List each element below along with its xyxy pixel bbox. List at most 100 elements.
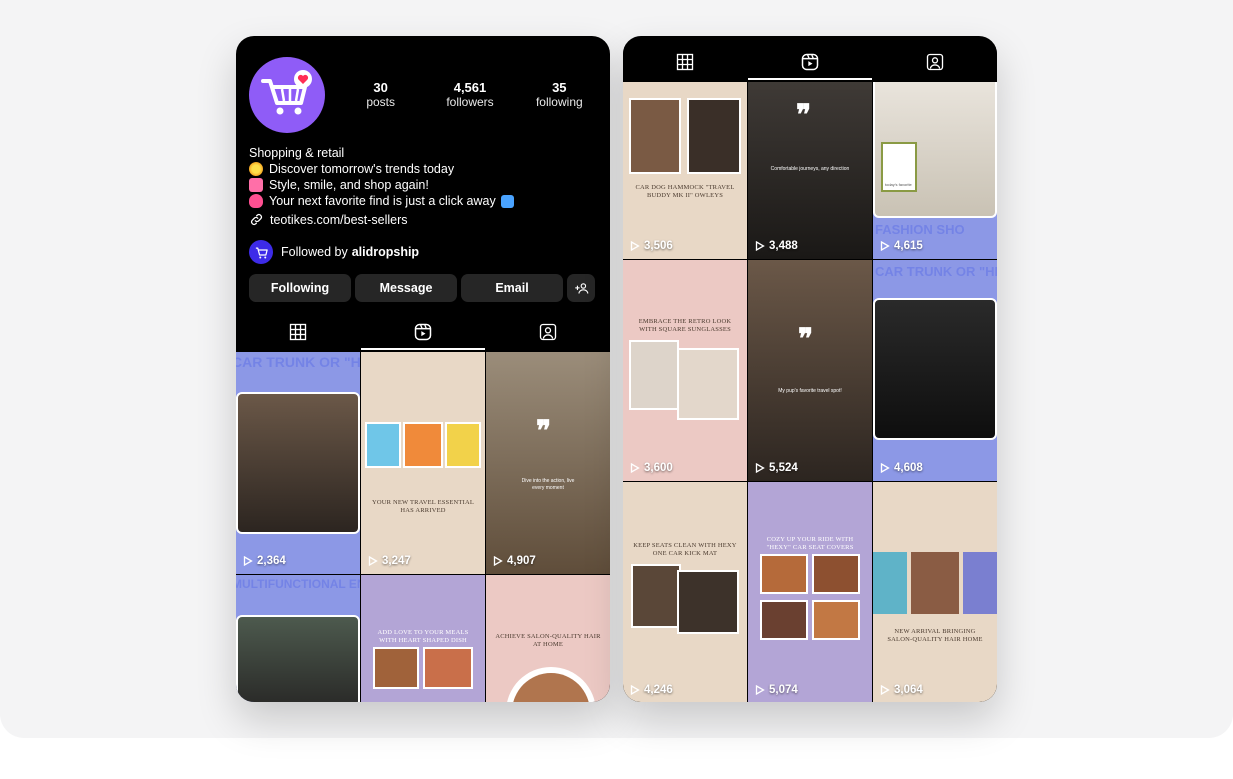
followers-label: followers <box>446 95 494 109</box>
reel-thumbnail[interactable]: ADD LOVE TO YOUR MEALS WITH HEART SHAPED… <box>361 575 485 702</box>
reel-views-count: 5,074 <box>769 684 798 696</box>
reel-caption: COZY UP YOUR RIDE WITH "HEXY" CAR SEAT C… <box>766 536 854 551</box>
email-button[interactable]: Email <box>461 274 563 302</box>
profile-avatar[interactable] <box>249 57 325 133</box>
profile-link[interactable]: teotikes.com/best-sellers <box>249 212 408 227</box>
play-icon <box>880 463 890 473</box>
profile-screen: 30 posts 4,561 followers 35 following Sh… <box>236 36 610 702</box>
reel-thumbnail[interactable]: COZY UP YOUR RIDE WITH "HEXY" CAR SEAT C… <box>748 482 872 702</box>
tab-tagged[interactable] <box>872 44 997 80</box>
link-icon <box>251 214 262 225</box>
page-backdrop <box>0 0 1233 738</box>
reel-photo <box>873 552 907 614</box>
reel-views-count: 5,524 <box>769 462 798 474</box>
reel-thumbnail[interactable]: ❞ Dive into the action, live every momen… <box>486 352 610 574</box>
add-user-icon <box>574 282 588 294</box>
message-button[interactable]: Message <box>355 274 457 302</box>
reel-views-count: 3,506 <box>644 240 673 252</box>
shopping-cart-heart-icon <box>261 70 312 115</box>
followed-by[interactable]: Followed by alidropship <box>249 240 419 264</box>
tab-reels[interactable] <box>360 314 486 350</box>
reel-thumbnail[interactable]: CAR TRUNK OR "HIGHWAY" BY 4,608 <box>873 260 997 481</box>
bio-line-1-text: Discover tomorrow's trends today <box>269 162 455 176</box>
reel-views: 4,615 <box>880 240 923 252</box>
profile-tabs <box>623 44 997 80</box>
arrow-emoji-icon <box>500 194 514 208</box>
play-icon <box>880 685 890 695</box>
bio-line-2-text: Style, smile, and shop again! <box>269 178 429 192</box>
reel-photo <box>512 673 590 702</box>
reels-grid: CAR TRUNK OR "HEXY" BY 2,364 YOUR NEW TR… <box>236 352 610 702</box>
reel-banner: FASHION SHO <box>875 222 965 237</box>
reel-thumbnail[interactable]: MULTIFUNCTIONAL ENAMEL MICRO PI <box>236 575 360 702</box>
reel-photo <box>365 422 401 468</box>
reel-views: 3,064 <box>880 684 923 696</box>
reel-overlay-text: Dive into the action, live every moment <box>521 478 575 491</box>
tab-posts[interactable] <box>623 44 748 80</box>
play-icon <box>630 241 640 251</box>
reel-caption: NEW ARRIVAL BRINGING SALON-QUALITY HAIR … <box>887 628 983 643</box>
reel-thumbnail[interactable]: CAR TRUNK OR "HEXY" BY 2,364 <box>236 352 360 574</box>
reel-views: 3,247 <box>368 555 411 567</box>
reel-views-count: 3,600 <box>644 462 673 474</box>
reel-caption: CAR DOG HAMMOCK "TRAVEL BUDDY MK II" OWL… <box>635 184 735 199</box>
following-button[interactable]: Following <box>249 274 351 302</box>
stat-following[interactable]: 35 following <box>515 80 604 110</box>
reel-photo <box>963 552 997 614</box>
following-label: following <box>535 95 583 109</box>
reel-photo <box>760 554 808 594</box>
profile-actions: Following Message Email <box>249 274 595 302</box>
bio-line-1: Discover tomorrow's trends today <box>249 161 599 177</box>
profile-stats: 30 posts 4,561 followers 35 following <box>336 80 604 110</box>
play-icon <box>493 556 503 566</box>
reel-sticker: today's favorite <box>881 142 917 192</box>
reel-views: 4,608 <box>880 462 923 474</box>
reel-photo <box>236 392 360 534</box>
reel-views: 3,600 <box>630 462 673 474</box>
reel-thumbnail[interactable]: ❞ Comfortable journeys, any direction 3,… <box>748 82 872 259</box>
following-count: 35 <box>552 80 567 95</box>
reel-thumbnail[interactable]: NEW ARRIVAL BRINGING SALON-QUALITY HAIR … <box>873 482 997 702</box>
tab-reels[interactable] <box>747 44 873 80</box>
quote-mark-icon: ❞ <box>796 100 812 131</box>
play-icon <box>755 463 765 473</box>
tab-posts[interactable] <box>236 314 361 350</box>
quote-mark-icon: ❞ <box>798 324 814 355</box>
reel-banner: MULTIFUNCTIONAL ENAMEL MICRO PI <box>236 577 360 591</box>
reel-photo <box>423 647 473 689</box>
reel-thumbnail[interactable]: ACHIEVE SALON-QUALITY HAIR AT HOME <box>486 575 610 702</box>
reel-caption: YOUR NEW TRAVEL ESSENTIAL HAS ARRIVED <box>371 499 475 514</box>
reel-thumbnail[interactable]: ❞ My pup's favorite travel spot! 5,524 <box>748 260 872 481</box>
reel-banner: CAR TRUNK OR "HIGHWAY" BY <box>875 264 997 279</box>
play-icon <box>368 556 378 566</box>
suggested-users-button[interactable] <box>567 274 595 302</box>
reel-caption: KEEP SEATS CLEAN WITH HEXY ONE CAR KICK … <box>633 542 737 557</box>
reel-thumbnail[interactable]: CAR DOG HAMMOCK "TRAVEL BUDDY MK II" OWL… <box>623 82 747 259</box>
reel-photo-frame <box>506 667 596 702</box>
tab-tagged[interactable] <box>485 314 610 350</box>
stat-followers[interactable]: 4,561 followers <box>425 80 514 110</box>
profile-bio: Shopping & retail Discover tomorrow's tr… <box>249 145 599 209</box>
reel-thumbnail[interactable]: KEEP SEATS CLEAN WITH HEXY ONE CAR KICK … <box>623 482 747 702</box>
reel-banner: CAR TRUNK OR "HEXY" BY <box>236 354 360 370</box>
reel-photo <box>236 615 360 702</box>
reel-views-count: 3,247 <box>382 555 411 567</box>
sparkling-heart-emoji-icon <box>249 194 263 208</box>
play-icon <box>755 241 765 251</box>
reel-thumbnail[interactable]: YOUR NEW TRAVEL ESSENTIAL HAS ARRIVED 3,… <box>361 352 485 574</box>
quote-mark-icon: ❞ <box>536 416 552 447</box>
reel-photo <box>687 98 741 174</box>
play-icon <box>755 685 765 695</box>
reels-icon <box>414 323 432 341</box>
reel-thumbnail[interactable]: EMBRACE THE RETRO LOOK WITH SQUARE SUNGL… <box>623 260 747 481</box>
stat-posts[interactable]: 30 posts <box>336 80 425 110</box>
star-emoji-icon <box>249 162 263 176</box>
grid-icon <box>290 323 307 341</box>
reel-thumbnail[interactable]: today's favorite FASHION SHO 4,615 <box>873 82 997 259</box>
profile-tabs <box>236 314 610 350</box>
reel-photo <box>873 298 997 440</box>
reel-views-count: 4,907 <box>507 555 536 567</box>
followed-by-name: alidropship <box>351 245 420 259</box>
reel-photo <box>373 647 419 689</box>
reel-photo <box>911 552 959 614</box>
